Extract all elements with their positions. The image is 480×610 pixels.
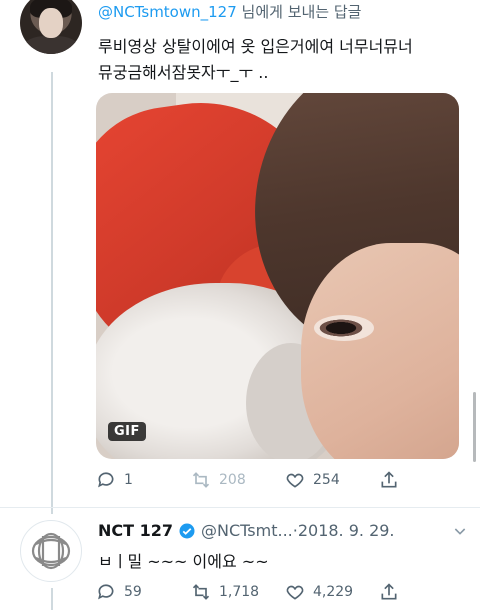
- reply-button[interactable]: 1: [96, 470, 133, 490]
- reply-count: 1: [124, 472, 133, 488]
- share-button[interactable]: [379, 470, 399, 490]
- like-count: 4,229: [313, 584, 354, 600]
- like-button[interactable]: 254: [285, 470, 340, 490]
- thread-line: [51, 72, 53, 514]
- comment-bubble-icon: [98, 472, 114, 488]
- share-upload-icon: [381, 583, 397, 600]
- tweet-text: ㅂㅣ밀 ~~~ 이에요 ~~: [98, 552, 269, 571]
- heart-icon: [286, 473, 304, 488]
- retweet-arrows-icon: [192, 584, 210, 600]
- heart-icon: [286, 585, 304, 600]
- retweet-count: 1,718: [219, 584, 260, 600]
- share-button[interactable]: [379, 582, 399, 602]
- retweet-button[interactable]: 1,718: [191, 582, 259, 602]
- tweet-gif-media[interactable]: GIF: [96, 93, 459, 459]
- chevron-down-icon[interactable]: [452, 523, 468, 539]
- tweet-header: NCT 127 @NCTsmt... · 2018. 9. 29.: [98, 521, 468, 540]
- retweet-arrows-icon: [192, 472, 210, 488]
- tweet-actions: 1 208 254: [96, 470, 399, 494]
- avatar[interactable]: [20, 0, 82, 54]
- reply-count: 59: [124, 584, 142, 600]
- comment-bubble-icon: [98, 584, 114, 600]
- retweet-button[interactable]: 208: [191, 470, 246, 490]
- tweet-text: 루비영상 상탈이에여 옷 입은거에여 너무너뮤너 뮤궁금해서잠못자ㅜ_ㅜ ..: [98, 37, 413, 82]
- retweet-count: 208: [219, 472, 246, 488]
- reply-to-suffix: 님에게 보내는 답글: [236, 3, 362, 21]
- like-count: 254: [313, 472, 340, 488]
- share-upload-icon: [381, 471, 397, 488]
- display-name[interactable]: NCT 127: [98, 521, 173, 540]
- user-handle[interactable]: @NCTsmt...: [201, 521, 293, 540]
- reply-to-line: @NCTsmtown_127 님에게 보내는 답글: [98, 1, 361, 22]
- scrollbar[interactable]: [473, 392, 476, 462]
- verified-badge-icon: [178, 522, 196, 540]
- avatar[interactable]: [20, 520, 82, 582]
- reply-button[interactable]: 59: [96, 582, 142, 602]
- tweet-date[interactable]: 2018. 9. 29.: [298, 521, 395, 540]
- nct-logo-icon: [31, 532, 71, 570]
- like-button[interactable]: 4,229: [285, 582, 353, 602]
- tweet-divider: [0, 507, 480, 508]
- gif-badge: GIF: [108, 422, 146, 441]
- thread-line: [51, 588, 53, 610]
- reply-to-handle-link[interactable]: @NCTsmtown_127: [98, 3, 237, 21]
- tweet-actions: 59 1,718 4,229: [96, 582, 399, 606]
